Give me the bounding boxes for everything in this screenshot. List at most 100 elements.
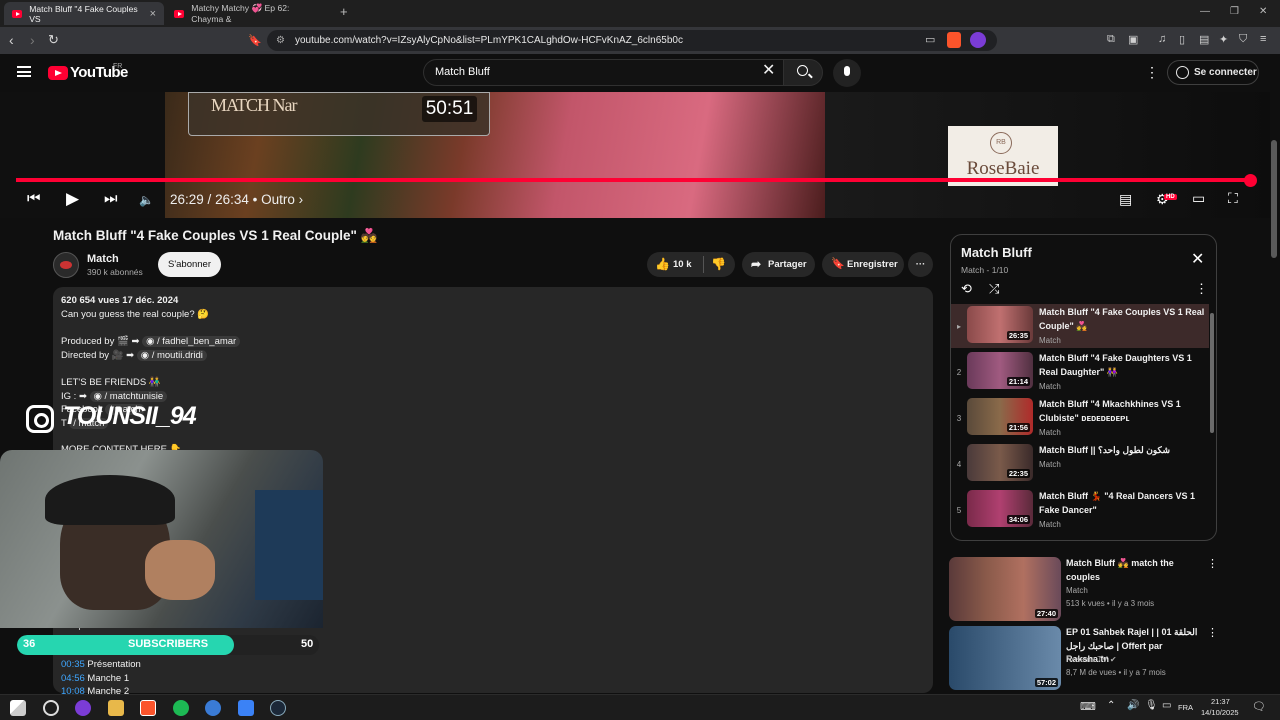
brave-shield-icon[interactable]	[947, 32, 961, 48]
account-icon	[1176, 66, 1189, 79]
clear-search-icon[interactable]: ✕	[762, 63, 775, 79]
chapter-row[interactable]: 04:56 Manche 1	[61, 673, 129, 684]
chapter-timestamp[interactable]: 04:56	[61, 673, 85, 684]
search-input[interactable]: Match Bluff	[423, 59, 783, 86]
playlist-channel[interactable]: Match	[961, 265, 984, 275]
more-actions-button[interactable]: ···	[908, 252, 933, 277]
window-close-icon[interactable]: ✕	[1259, 6, 1267, 17]
playlist-more-icon[interactable]: ⋮	[1195, 281, 1208, 297]
rewards-icon[interactable]	[970, 32, 986, 48]
instagram-link[interactable]: ◉ / matchtunisie	[89, 391, 168, 402]
settings-more-icon[interactable]: ⋮	[1145, 64, 1159, 81]
related-channel[interactable]: Match	[1066, 586, 1088, 595]
minimize-icon[interactable]: —	[1200, 6, 1210, 17]
channel-name[interactable]: Match	[87, 253, 119, 265]
vpn-icon[interactable]: ⛉	[1239, 33, 1247, 46]
url-field[interactable]: ⚙ youtube.com/watch?v=IZsyAlyCpNo&list=P…	[267, 30, 997, 51]
spotify-icon[interactable]	[173, 700, 189, 716]
playlist-item[interactable]: 5 34:06 Match Bluff 💃 "4 Real Dancers VS…	[951, 488, 1209, 532]
clock-time[interactable]: 21:37	[1211, 697, 1230, 706]
related-video[interactable]: 27:40 Match Bluff 💑 match the couples Ma…	[949, 557, 1219, 623]
extensions-icon[interactable]: ⧉	[1107, 33, 1115, 46]
save-button[interactable]: 🔖 Enregistrer	[822, 252, 904, 277]
network-icon[interactable]: ▭	[1162, 700, 1171, 711]
theater-mode-icon[interactable]: ▭	[1192, 190, 1205, 207]
notification-icon[interactable]: 🗨	[1252, 700, 1266, 713]
new-tab-icon[interactable]: +	[340, 4, 348, 19]
shuffle-icon[interactable]: ⤮	[989, 281, 999, 297]
cast-icon[interactable]: ▭	[925, 33, 935, 46]
site-info-icon[interactable]: ⚙	[276, 30, 285, 51]
progress-scrubber[interactable]	[1244, 174, 1257, 187]
restore-icon[interactable]: ❐	[1230, 6, 1239, 17]
producer-link[interactable]: ◉ / fadhel_ben_amar	[142, 336, 241, 347]
sidebar-icon[interactable]: ▯	[1179, 33, 1185, 46]
app2-icon[interactable]	[205, 700, 221, 716]
subscribe-button[interactable]: S'abonner	[158, 252, 221, 277]
tab-match-bluff[interactable]: Match Bluff "4 Fake Couples VS ×	[4, 2, 164, 25]
media-icon[interactable]: ♫	[1158, 33, 1166, 45]
forward-icon[interactable]: ›	[30, 32, 35, 48]
share-button[interactable]: ➦ Partager	[742, 252, 815, 277]
menu-icon[interactable]: ≡	[1260, 33, 1266, 45]
screenshot-icon[interactable]: ▣	[1128, 33, 1138, 46]
tab-matchy-matchy[interactable]: Matchy Matchy 💞 Ep 62: Chayma &	[166, 2, 331, 25]
voice-search-button[interactable]	[833, 59, 861, 87]
playlist-item[interactable]: 4 22:35 Match Bluff || شكون لطول واحد؟ M…	[951, 442, 1209, 486]
address-bar-row: ‹ › ↻ 🔖 ⚙ youtube.com/watch?v=IZsyAlyCpN…	[0, 27, 1280, 54]
playlist-scrollbar[interactable]	[1210, 313, 1214, 433]
search-button[interactable]	[783, 59, 823, 86]
next-icon[interactable]: ⏭	[104, 190, 118, 207]
back-icon[interactable]: ‹	[9, 32, 14, 48]
loop-icon[interactable]: ⟲	[961, 281, 972, 297]
app-icon[interactable]	[75, 700, 91, 716]
page-scrollbar[interactable]	[1271, 140, 1277, 258]
share-icon: ➦	[751, 257, 762, 271]
tray-chevron-icon[interactable]: ⌃	[1107, 700, 1115, 711]
like-count[interactable]: 10 k	[673, 252, 692, 277]
chapter-row[interactable]: 00:35 Présentation	[61, 659, 141, 670]
keyboard-icon[interactable]: ⌨	[1080, 700, 1096, 713]
related-more-icon[interactable]: ⋮	[1207, 626, 1218, 639]
related-channel[interactable]: Nessma TV ✔	[1066, 655, 1117, 664]
playlist-title[interactable]: Match Bluff	[961, 245, 1032, 260]
play-icon[interactable]: ▶	[66, 189, 79, 209]
clock-date[interactable]: 14/10/2025	[1201, 708, 1239, 717]
previous-icon[interactable]: ⏮	[27, 190, 41, 207]
edge-dev-icon[interactable]	[43, 700, 59, 716]
like-icon[interactable]: 👍	[655, 252, 670, 277]
youtube-favicon-icon	[12, 9, 23, 18]
language-indicator[interactable]: FRA	[1178, 703, 1193, 712]
start-icon[interactable]	[10, 700, 26, 716]
bookmark-icon[interactable]: 🔖	[248, 34, 262, 47]
close-playlist-icon[interactable]: ✕	[1191, 249, 1204, 269]
leo-icon[interactable]: ✦	[1219, 33, 1228, 46]
reload-icon[interactable]: ↻	[48, 32, 59, 48]
progress-bar[interactable]	[16, 178, 1250, 182]
subtitles-icon[interactable]: ▤	[1119, 191, 1132, 208]
chapter-timestamp[interactable]: 00:35	[61, 659, 85, 670]
playlist-item[interactable]: 3 21:56 Match Bluff "4 Mkachkhines VS 1 …	[951, 396, 1209, 440]
close-tab-icon[interactable]: ×	[150, 8, 156, 20]
mic-tray-icon[interactable]: 🎙	[1145, 700, 1158, 711]
file-explorer-icon[interactable]	[108, 700, 124, 716]
vscode-icon[interactable]	[238, 700, 254, 716]
wallet-icon[interactable]: ▤	[1199, 33, 1209, 46]
preview-brand: MATCH Nar	[211, 95, 297, 115]
director-link[interactable]: ◉ / moutii.dridi	[136, 350, 207, 361]
volume-icon[interactable]: 🔈	[139, 193, 154, 207]
channel-avatar[interactable]	[53, 252, 79, 278]
brave-taskbar-icon[interactable]	[140, 700, 156, 716]
sign-in-button[interactable]: Se connecter	[1167, 60, 1259, 85]
steam-icon[interactable]	[270, 700, 286, 716]
playlist-item[interactable]: 2 21:14 Match Bluff "4 Fake Daughters VS…	[951, 350, 1209, 394]
youtube-logo-icon[interactable]	[48, 66, 68, 80]
chapter-title[interactable]: • Outro ›	[253, 192, 304, 207]
related-video[interactable]: 57:02 EP 01 Sahbek Rajel | الحلقة 01 | ص…	[949, 626, 1219, 692]
fullscreen-icon[interactable]: ⛶	[1228, 190, 1238, 207]
volume-tray-icon[interactable]: 🔊	[1127, 700, 1139, 711]
playlist-item[interactable]: ▸ 26:35 Match Bluff "4 Fake Couples VS 1…	[951, 304, 1209, 348]
related-more-icon[interactable]: ⋮	[1207, 557, 1218, 570]
dislike-icon[interactable]: 👎	[711, 252, 726, 277]
guide-menu-icon[interactable]	[17, 66, 31, 77]
